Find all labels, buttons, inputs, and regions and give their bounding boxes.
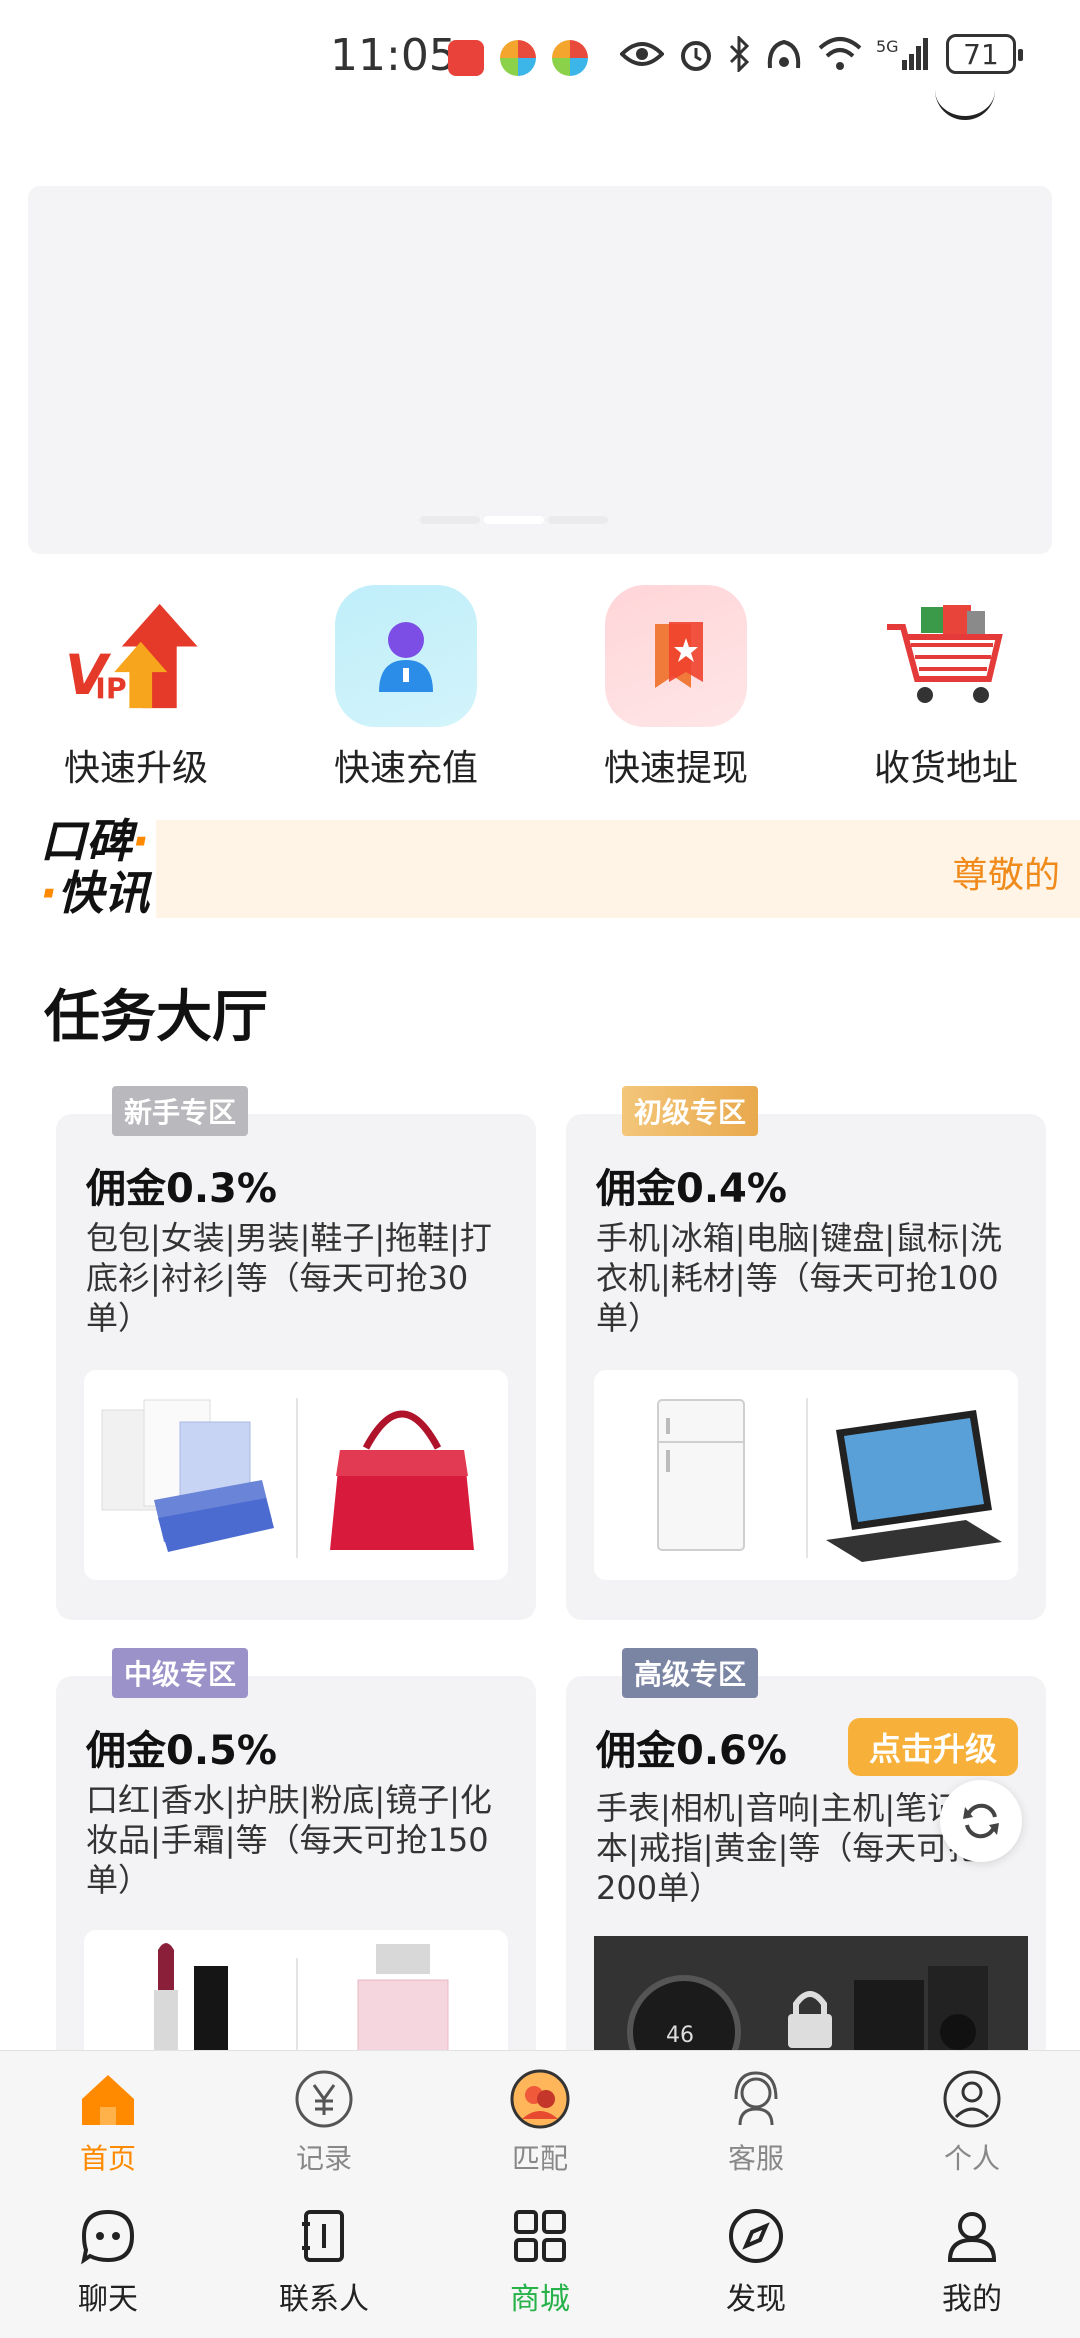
banner-dot xyxy=(548,516,608,524)
quick-actions: V IP 快速升级 快速充值 快速提现 收货地址 xyxy=(0,585,1080,789)
person-icon xyxy=(947,2212,997,2262)
commission-rate: 佣金0.4% xyxy=(596,1166,787,1212)
shopping-cart-icon xyxy=(875,585,1017,727)
nav-records[interactable]: 记录 xyxy=(264,2069,384,2177)
nav-home[interactable]: 首页 xyxy=(48,2069,168,2177)
svg-text:5G: 5G xyxy=(876,37,899,56)
handbag-product-image xyxy=(330,1410,474,1550)
bottom-nav-system: 聊天 联系人 商城 发现 我的 xyxy=(0,2188,1080,2338)
svg-text:IP: IP xyxy=(95,673,126,706)
quick-recharge-button[interactable]: 快速充值 xyxy=(296,585,516,791)
banner-carousel[interactable] xyxy=(28,186,1052,554)
app-notification-icon xyxy=(500,40,536,76)
signal-5g-icon: 5G xyxy=(876,37,928,70)
nav-mall[interactable]: 商城 xyxy=(480,2206,600,2318)
task-description: 包包|女装|男装|鞋子|拖鞋|打底衫|衬衫|等（每天可抢30单） xyxy=(86,1219,492,1337)
quick-recharge-label: 快速充值 xyxy=(333,748,478,789)
nav-home-label: 首页 xyxy=(79,2142,136,2175)
app-notification-icon xyxy=(552,40,588,76)
commission-rate: 佣金0.6% xyxy=(596,1728,787,1774)
nav-discover[interactable]: 发现 xyxy=(696,2206,816,2318)
banner-dot xyxy=(420,516,480,524)
upgrade-button[interactable]: 点击升级 xyxy=(848,1718,1018,1776)
quick-upgrade-button[interactable]: V IP 快速升级 xyxy=(26,585,246,791)
user-icon xyxy=(943,2070,1001,2128)
yuan-record-icon xyxy=(295,2070,353,2128)
nav-match-label: 匹配 xyxy=(511,2142,568,2175)
task-description: 手机|冰箱|电脑|键盘|鼠标|洗衣机|耗材|等（每天可抢100单） xyxy=(596,1219,1002,1337)
nav-service-label: 客服 xyxy=(727,2142,784,2175)
nav-discover-label: 发现 xyxy=(726,2282,786,2317)
shipping-address-label: 收货地址 xyxy=(873,748,1018,789)
customer-service-icon xyxy=(734,2071,778,2126)
product-preview xyxy=(594,1370,1018,1580)
battery-indicator: 71 xyxy=(946,34,1023,74)
zone-tag-junior: 初级专区 xyxy=(622,1086,759,1136)
banner-indicator xyxy=(420,516,608,524)
match-avatar-icon xyxy=(510,2069,570,2129)
facial-mask-product-image xyxy=(101,1399,274,1552)
status-bar: 11:05 5G 71 xyxy=(0,0,1080,120)
task-description: 口红|香水|护肤|粉底|镜子|化妆品|手霜|等（每天可抢150单） xyxy=(86,1781,492,1899)
compass-icon xyxy=(729,2209,783,2263)
svg-text:46: 46 xyxy=(666,2023,694,2048)
zone-tag-senior: 高级专区 xyxy=(622,1648,759,1698)
banner-dot-active xyxy=(484,516,544,524)
news-ticker[interactable]: 尊敬的 xyxy=(156,820,1080,918)
nav-personal-label: 个人 xyxy=(943,2142,1000,2175)
product-preview xyxy=(84,1370,508,1580)
nav-chat[interactable]: 聊天 xyxy=(48,2206,168,2318)
grid-apps-icon xyxy=(514,2210,566,2262)
zone-tag-novice: 新手专区 xyxy=(112,1086,249,1136)
refresh-button[interactable] xyxy=(940,1780,1022,1862)
alarm-icon xyxy=(681,41,711,71)
news-logo-line1: 口碑· xyxy=(40,814,150,868)
task-hall-title: 任务大厅 xyxy=(44,985,268,1050)
fridge-product-image xyxy=(657,1399,745,1551)
news-logo-line2: ·快讯 xyxy=(40,866,150,920)
bluetooth-icon xyxy=(729,36,750,72)
nav-me-label: 我的 xyxy=(942,2282,1002,2317)
vip-upgrade-icon: V IP xyxy=(65,585,207,727)
zone-tag-intermediate: 中级专区 xyxy=(112,1648,249,1698)
tablet-product-image xyxy=(826,1410,1002,1562)
news-ticker-text: 尊敬的 xyxy=(951,855,1060,896)
withdraw-bookmark-icon xyxy=(605,585,747,727)
task-card-junior[interactable]: 佣金0.4% 手机|冰箱|电脑|键盘|鼠标|洗衣机|耗材|等（每天可抢100单） xyxy=(566,1114,1046,1620)
nav-match[interactable]: 匹配 xyxy=(480,2069,600,2177)
nav-personal[interactable]: 个人 xyxy=(912,2069,1032,2177)
nfc-icon xyxy=(767,39,801,69)
task-description: 手表|相机|音响|主机|笔记本|戒指|黄金|等（每天可抢200单） xyxy=(596,1789,981,1907)
shipping-address-button[interactable]: 收货地址 xyxy=(836,585,1056,791)
status-time: 11:05 xyxy=(330,30,457,81)
refresh-icon xyxy=(963,1803,999,1839)
home-icon xyxy=(82,2075,134,2125)
status-system-icons: 5G 71 xyxy=(620,34,1023,74)
nav-contacts-label: 联系人 xyxy=(279,2282,369,2317)
nav-records-label: 记录 xyxy=(295,2142,352,2175)
commission-rate: 佣金0.5% xyxy=(86,1728,277,1774)
news-logo: 口碑· ·快讯 xyxy=(40,815,160,925)
lock-icon xyxy=(788,1991,832,2048)
eye-icon xyxy=(620,42,664,66)
nav-mall-label: 商城 xyxy=(510,2282,570,2317)
pull-indicator-icon xyxy=(935,90,995,120)
quick-withdraw-button[interactable]: 快速提现 xyxy=(566,585,786,791)
nav-me[interactable]: 我的 xyxy=(912,2206,1032,2318)
bottom-nav-app: 首页 记录 匹配 客服 个人 xyxy=(0,2050,1080,2188)
quick-upgrade-label: 快速升级 xyxy=(63,748,208,789)
nav-contacts[interactable]: 联系人 xyxy=(264,2206,384,2318)
nav-service[interactable]: 客服 xyxy=(696,2069,816,2177)
nav-chat-label: 聊天 xyxy=(78,2282,138,2317)
wifi-icon xyxy=(818,37,862,70)
task-card-intermediate[interactable]: 佣金0.5% 口红|香水|护肤|粉底|镜子|化妆品|手霜|等（每天可抢150单） xyxy=(56,1676,536,2076)
chat-icon xyxy=(81,2209,135,2265)
recharge-person-icon xyxy=(335,585,477,727)
contacts-book-icon xyxy=(302,2210,344,2262)
quick-withdraw-label: 快速提现 xyxy=(603,748,748,789)
huawei-app-icon xyxy=(448,40,484,76)
commission-rate: 佣金0.3% xyxy=(86,1166,277,1212)
status-notification-icons xyxy=(448,40,588,76)
task-card-novice[interactable]: 佣金0.3% 包包|女装|男装|鞋子|拖鞋|打底衫|衬衫|等（每天可抢30单） xyxy=(56,1114,536,1620)
